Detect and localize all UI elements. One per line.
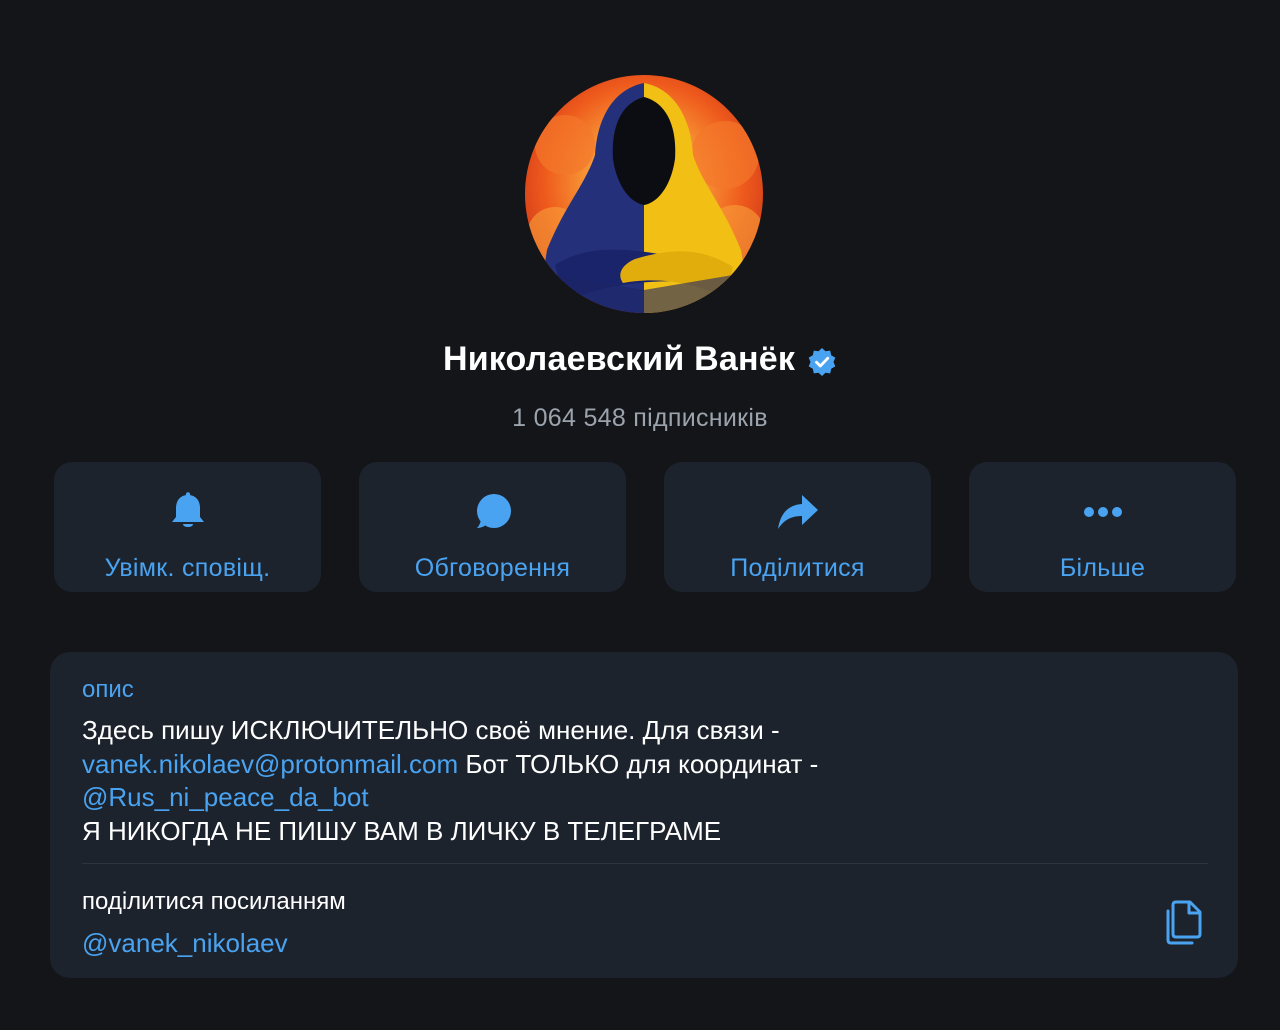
description-line-2: vanek.nikolaev@protonmail.com Бот ТОЛЬКО… [82, 748, 1202, 782]
share-arrow-icon [776, 490, 820, 534]
hooded-figure-avatar [525, 75, 763, 313]
discussion-button-label: Обговорення [414, 554, 571, 582]
action-buttons: Увімк. сповіщ. Обговорення Поділитися Бі… [54, 462, 1236, 592]
description-title: опис [82, 676, 134, 703]
bell-icon [166, 490, 210, 534]
channel-name-row: Николаевский Ванёк [0, 340, 1280, 379]
description-line-1: Здесь пишу ИСКЛЮЧИТЕЛЬНО своё мнение. Дл… [82, 715, 780, 745]
chat-bubble-icon [471, 490, 515, 534]
subscriber-count: 1 064 548 підписників [512, 404, 768, 432]
notifications-button[interactable]: Увімк. сповіщ. [54, 462, 321, 592]
channel-profile-page: Николаевский Ванёк 1 064 548 підписників… [0, 0, 1280, 1030]
discussion-button[interactable]: Обговорення [359, 462, 626, 592]
channel-name: Николаевский Ванёк [442, 340, 796, 378]
notifications-button-label: Увімк. сповіщ. [104, 554, 271, 582]
description-text: Здесь пишу ИСКЛЮЧИТЕЛЬНО своё мнение. Дл… [82, 714, 1202, 848]
divider [82, 863, 1208, 864]
channel-username-link[interactable]: @vanek_nikolaev [82, 928, 288, 959]
description-line-4: Я НИКОГДА НЕ ПИШУ ВАМ В ЛИЧКУ В ТЕЛЕГРАМ… [82, 815, 722, 846]
description-line-2-text: Бот ТОЛЬКО для координат - [458, 748, 819, 779]
more-button[interactable]: Більше [969, 462, 1236, 592]
channel-info-card: опис Здесь пишу ИСКЛЮЧИТЕЛЬНО своё мнени… [50, 652, 1238, 978]
share-button[interactable]: Поділитися [664, 462, 931, 592]
share-button-label: Поділитися [730, 554, 865, 582]
more-button-label: Більше [1059, 554, 1146, 582]
more-dots-icon [1081, 490, 1125, 534]
verified-badge-icon [807, 347, 837, 377]
bot-link[interactable]: @Rus_ni_peace_da_bot [82, 782, 369, 812]
channel-avatar[interactable] [525, 75, 763, 313]
share-link-title: поділитися посиланням [82, 888, 346, 915]
copy-icon[interactable] [1162, 898, 1206, 946]
email-link[interactable]: vanek.nikolaev@protonmail.com [82, 749, 458, 779]
